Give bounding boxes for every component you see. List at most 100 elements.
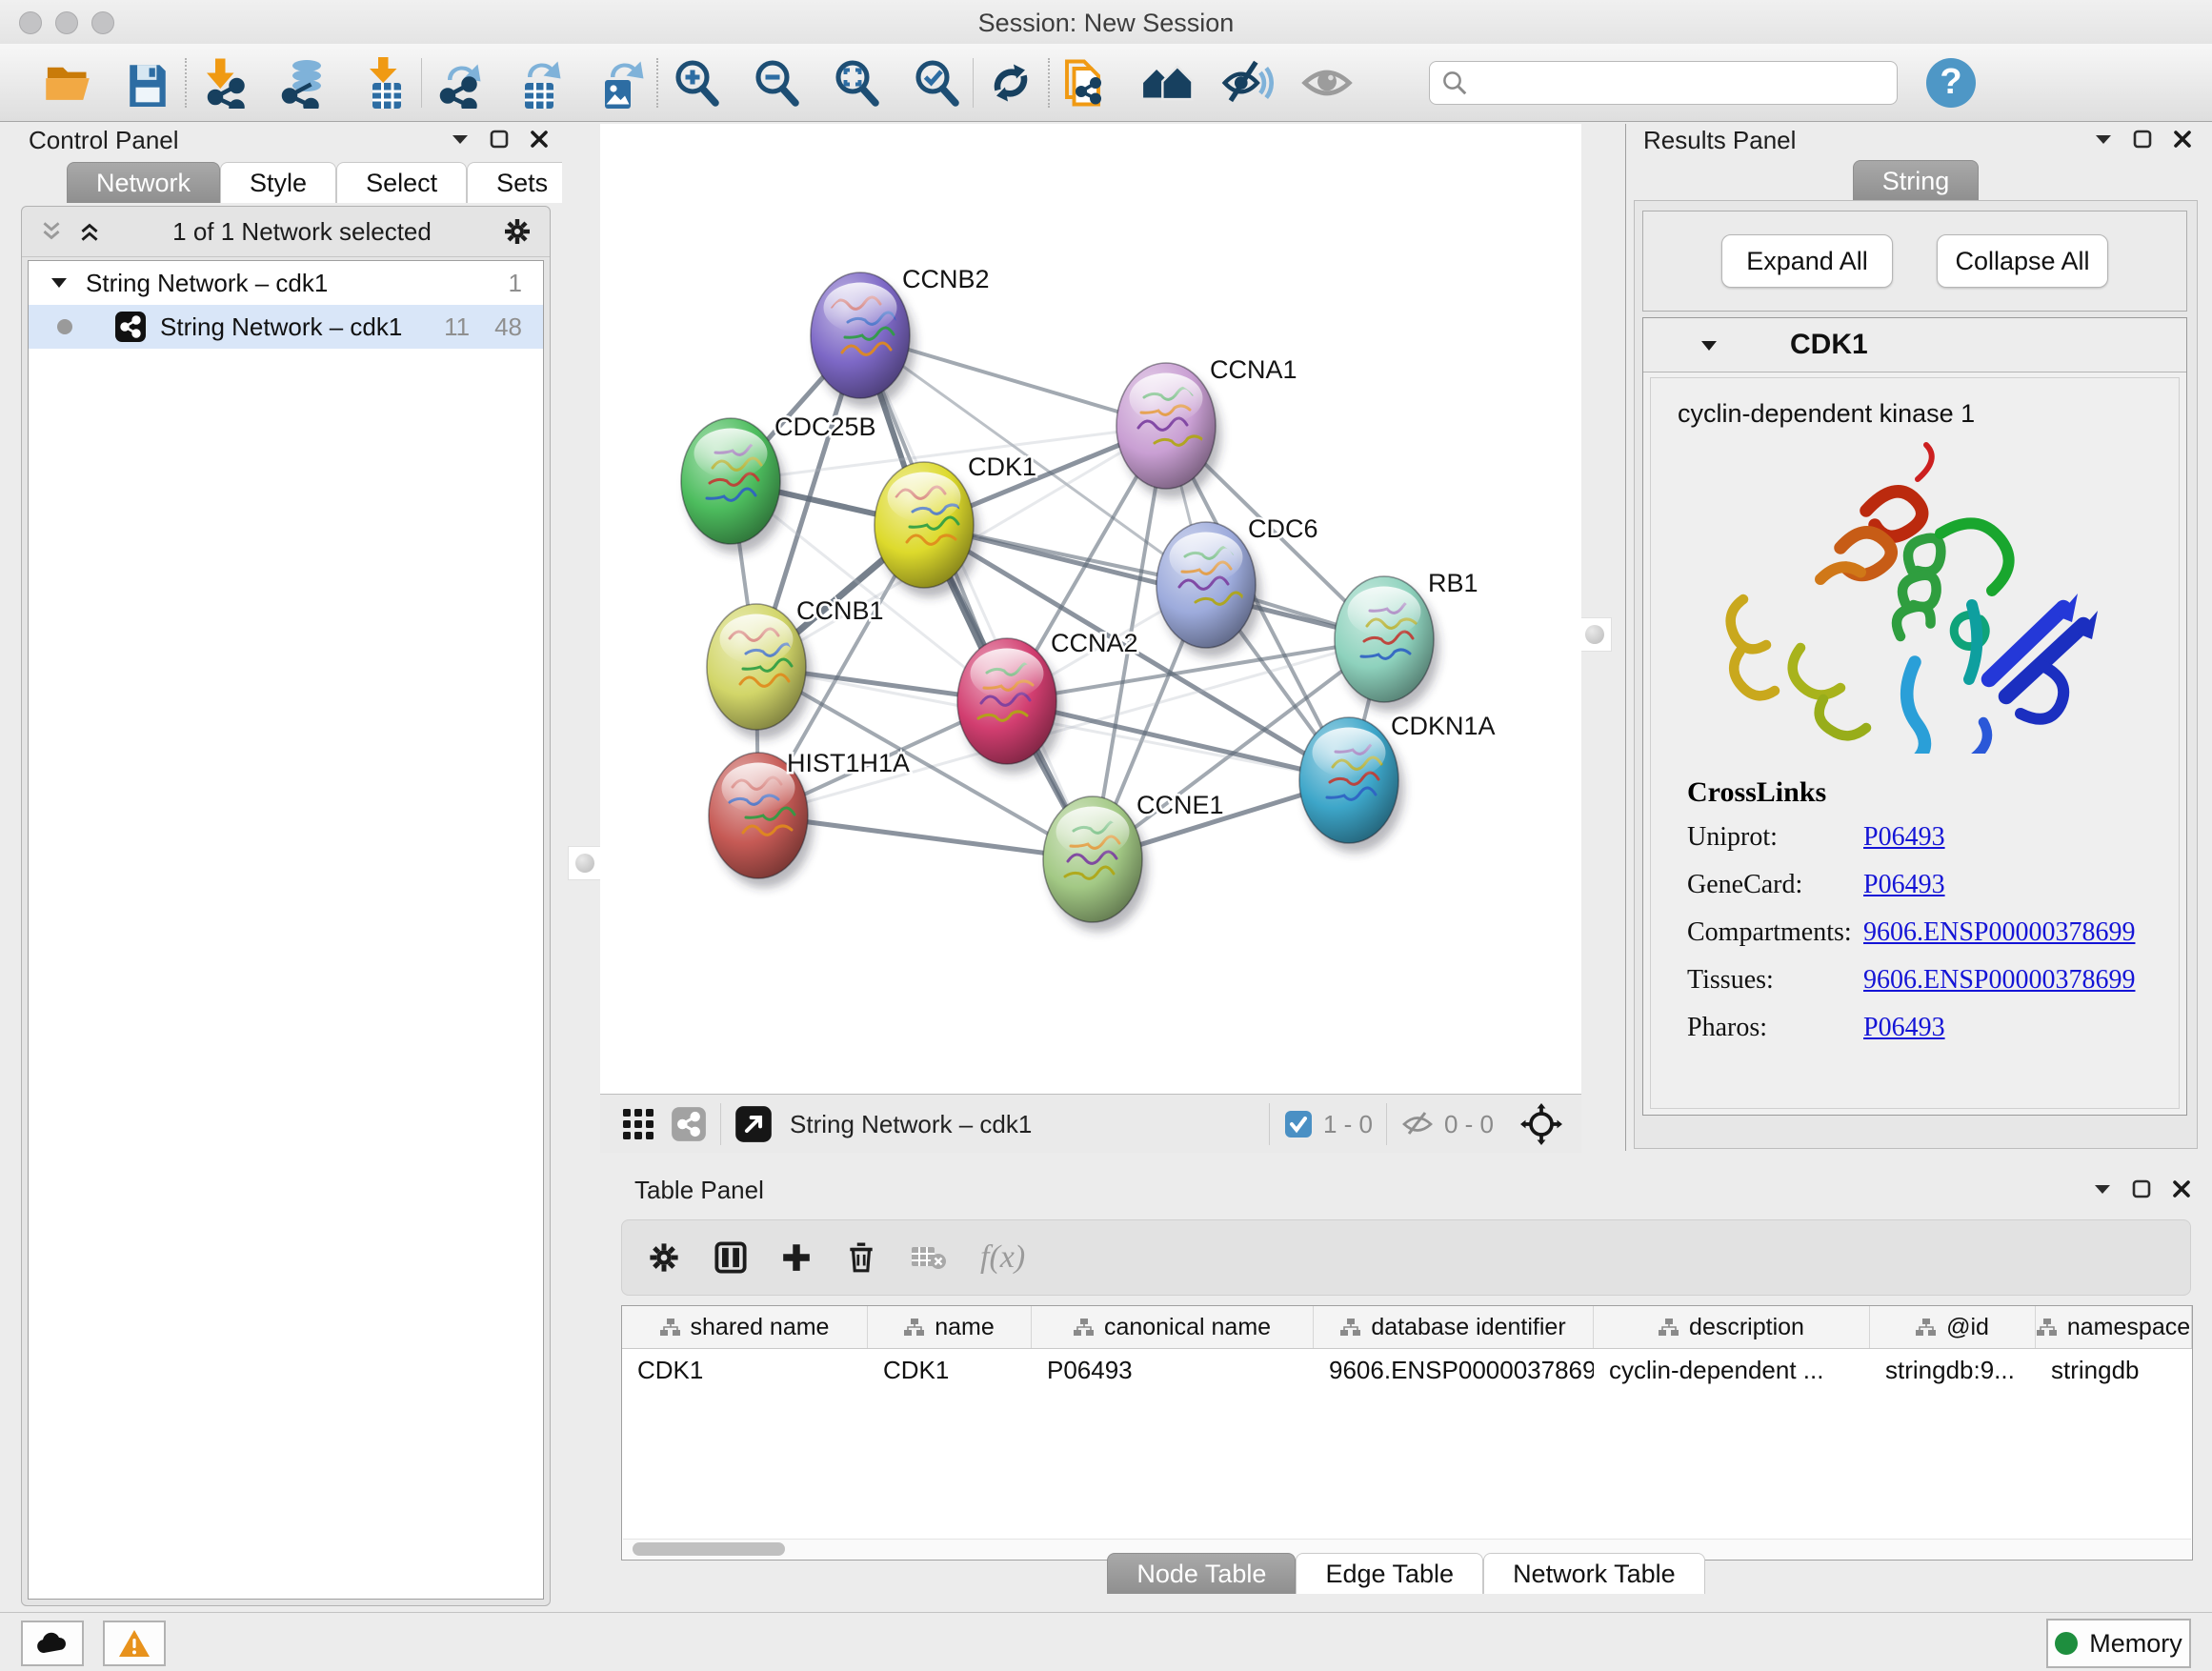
import-table-icon[interactable] [356,55,412,111]
table-row[interactable]: CDK1CDK1P064939606.ENSP00000378699cyclin… [622,1349,2192,1391]
left-splitter-grip[interactable] [568,846,602,880]
help-icon[interactable]: ? [1926,58,1976,108]
tab-network-table[interactable]: Network Table [1483,1553,1705,1594]
column-header-database-identifier[interactable]: database identifier [1314,1306,1594,1348]
crosslink-row: Uniprot:P06493 [1687,822,2135,853]
column-header-name[interactable]: name [868,1306,1032,1348]
panel-menu-icon[interactable] [2094,1183,2111,1195]
network-node-CCNB2[interactable]: CCNB2 [811,265,990,408]
network-node-CDKN1A[interactable]: CDKN1A [1299,712,1496,853]
column-header--id[interactable]: @id [1870,1306,2036,1348]
table-cell[interactable]: 9606.ENSP00000378699 [1314,1349,1594,1391]
home-icon[interactable] [1139,55,1195,111]
table-cell[interactable]: cyclin-dependent ... [1594,1349,1870,1391]
gear-icon[interactable] [502,216,533,247]
float-panel-icon[interactable] [2132,1179,2151,1198]
crosslink-link[interactable]: P06493 [1863,822,1945,853]
function-builder-icon[interactable]: f(x) [980,1239,1025,1276]
edge-count: 48 [494,312,522,342]
tab-node-table[interactable]: Node Table [1107,1553,1296,1594]
table-cell[interactable]: CDK1 [622,1349,868,1391]
tab-edge-table[interactable]: Edge Table [1296,1553,1483,1594]
network-node-HIST1H1A[interactable]: HIST1H1A [709,749,910,888]
tree-expander-icon[interactable] [51,277,67,289]
zoom-in-icon[interactable] [668,55,723,111]
tab-sets[interactable]: Sets [467,162,577,203]
close-panel-icon[interactable] [530,130,549,149]
collapse-all-tree-icon[interactable] [39,219,64,244]
table-cell[interactable]: stringdb:9... [1870,1349,2036,1391]
expand-all-tree-icon[interactable] [77,219,102,244]
grid-view-icon[interactable] [621,1107,655,1141]
import-network-icon[interactable] [196,55,251,111]
column-header-namespace[interactable]: namespace [2036,1306,2192,1348]
cloud-button[interactable] [21,1621,84,1666]
network-node-CDC25B[interactable]: CDC25B [681,413,876,554]
show-columns-icon[interactable] [714,1240,748,1275]
refresh-icon[interactable] [983,55,1038,111]
table-options-gear-icon[interactable] [647,1240,681,1275]
hide-eye-icon[interactable] [1219,55,1275,111]
expand-all-button[interactable]: Expand All [1721,234,1893,288]
selected-checkbox-icon[interactable] [1283,1109,1314,1139]
crosslink-link[interactable]: P06493 [1863,870,1945,900]
float-panel-icon[interactable] [2133,130,2152,149]
crosslink-link[interactable]: 9606.ENSP00000378699 [1863,917,2135,948]
network-collection-row[interactable]: String Network – cdk1 1 [29,261,543,305]
close-panel-icon[interactable] [2172,1179,2191,1198]
crosslink-link[interactable]: P06493 [1863,1013,1945,1043]
panel-menu-icon[interactable] [452,133,469,145]
network-list-icon[interactable] [671,1106,707,1142]
delete-table-icon[interactable] [910,1243,948,1272]
column-header-description[interactable]: description [1594,1306,1870,1348]
panel-menu-icon[interactable] [2095,133,2112,145]
memory-button[interactable]: Memory [2046,1619,2191,1668]
delete-column-trash-icon[interactable] [845,1241,877,1274]
collapse-section-icon[interactable] [1700,339,1718,352]
column-header-canonical-name[interactable]: canonical name [1032,1306,1314,1348]
tab-style[interactable]: Style [220,162,336,203]
left-splitter[interactable] [562,124,600,1153]
network-node-RB1[interactable]: RB1 [1335,569,1478,712]
network-node-CCNB1[interactable]: CCNB1 [707,596,884,739]
right-splitter-grip[interactable] [1578,617,1612,652]
hidden-node-edge-count: 0 - 0 [1444,1110,1494,1139]
network-node-CCNE1[interactable]: CCNE1 [1043,791,1224,932]
column-header-shared-name[interactable]: shared name [622,1306,868,1348]
export-network-icon[interactable] [432,55,487,111]
close-panel-icon[interactable] [2173,130,2192,149]
tab-string[interactable]: String [1853,160,1980,201]
string-document-icon[interactable] [1059,55,1115,111]
open-file-icon[interactable] [40,55,95,111]
table-cell[interactable]: stringdb [2036,1349,2192,1391]
tab-network[interactable]: Network [67,162,220,203]
tab-select[interactable]: Select [336,162,467,203]
network-node-CCNA1[interactable]: CCNA1 [1116,355,1297,498]
search-input[interactable] [1429,61,1898,105]
create-column-plus-icon[interactable] [780,1241,813,1274]
table-cell[interactable]: CDK1 [868,1349,1032,1391]
hidden-eye-icon[interactable] [1400,1107,1435,1141]
zoom-out-icon[interactable] [748,55,803,111]
save-session-icon[interactable] [120,55,175,111]
network-view-toolbar: String Network – cdk1 1 - 0 0 - 0 [600,1094,1581,1154]
float-panel-icon[interactable] [490,130,509,149]
warnings-button[interactable] [103,1621,166,1666]
node-table[interactable]: shared namenamecanonical namedatabase id… [621,1305,2193,1560]
export-image-icon[interactable] [592,55,647,111]
node-label-CCNB1: CCNB1 [796,596,884,625]
collapse-all-button[interactable]: Collapse All [1937,234,2108,288]
table-cell[interactable]: P06493 [1032,1349,1314,1391]
zoom-selected-icon[interactable] [908,55,963,111]
network-canvas[interactable]: CCNB2CCNA1CDC25BCDK1CDC6RB1CCNB1CCNA2CDK… [600,124,1581,1094]
export-table-icon[interactable] [512,55,567,111]
import-database-icon[interactable] [276,55,332,111]
eye-icon[interactable] [1299,55,1355,111]
network-row[interactable]: String Network – cdk1 11 48 [29,305,543,349]
network-node-CDC6[interactable]: CDC6 [1156,514,1318,657]
birds-eye-view-icon[interactable] [734,1105,773,1143]
crosslink-row: GeneCard:P06493 [1687,870,2135,900]
zoom-fit-icon[interactable] [828,55,883,111]
crosslink-link[interactable]: 9606.ENSP00000378699 [1863,965,2135,996]
fit-selected-crosshair-icon[interactable] [1520,1103,1562,1145]
